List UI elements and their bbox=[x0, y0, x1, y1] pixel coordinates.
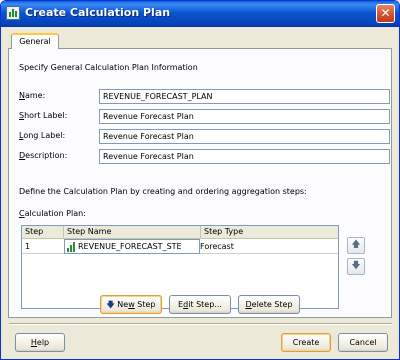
long-label-field[interactable]: Revenue Forecast Plan bbox=[99, 129, 390, 144]
name-label: Name: bbox=[19, 91, 46, 100]
description-field[interactable]: Revenue Forecast Plan bbox=[99, 149, 390, 164]
long-label-label: Long Label: bbox=[19, 131, 66, 140]
column-header-step-type[interactable]: Step Type bbox=[201, 226, 338, 239]
move-down-icon[interactable]: 🡇 bbox=[347, 258, 365, 275]
create-button[interactable]: Create bbox=[281, 333, 331, 352]
short-label-label: Short Label: bbox=[19, 111, 68, 120]
define-plan-text: Define the Calculation Plan by creating … bbox=[19, 187, 307, 196]
title-bar[interactable]: Create Calculation Plan ✕ bbox=[1, 1, 399, 27]
tab-general[interactable]: General bbox=[11, 33, 59, 49]
cancel-button[interactable]: Cancel bbox=[338, 333, 388, 352]
create-calculation-plan-dialog: Create Calculation Plan ✕ General Specif… bbox=[0, 0, 400, 360]
column-header-step[interactable]: Step bbox=[22, 226, 64, 239]
short-label-field[interactable]: Revenue Forecast Plan bbox=[99, 109, 390, 124]
name-field[interactable]: REVENUE_FORECAST_PLAN bbox=[99, 89, 390, 104]
step-number-cell[interactable]: 1 bbox=[22, 240, 64, 253]
move-up-icon[interactable]: 🡅 bbox=[347, 237, 365, 254]
general-tab-panel: Specify General Calculation Plan Informa… bbox=[8, 48, 392, 318]
description-label: Description: bbox=[19, 151, 68, 160]
window-title: Create Calculation Plan bbox=[25, 6, 171, 19]
help-button[interactable]: Help bbox=[15, 333, 65, 352]
footer-divider bbox=[9, 323, 392, 325]
app-icon bbox=[6, 6, 20, 20]
new-step-button[interactable]: 🡇 New Step bbox=[100, 295, 162, 314]
step-type-cell[interactable]: Forecast bbox=[198, 240, 334, 253]
step-name-cell[interactable]: REVENUE_FORECAST_STE bbox=[78, 240, 200, 253]
close-icon[interactable]: ✕ bbox=[376, 4, 395, 23]
intro-text: Specify General Calculation Plan Informa… bbox=[19, 63, 198, 72]
edit-step-button[interactable]: Edit Step... bbox=[169, 295, 231, 314]
column-header-step-name[interactable]: Step Name bbox=[64, 226, 201, 239]
bar-chart-icon bbox=[67, 242, 77, 252]
calculation-plan-label: Calculation Plan: bbox=[19, 209, 86, 218]
delete-step-button[interactable]: Delete Step bbox=[238, 295, 300, 314]
arrow-down-icon: 🡇 bbox=[106, 300, 115, 309]
